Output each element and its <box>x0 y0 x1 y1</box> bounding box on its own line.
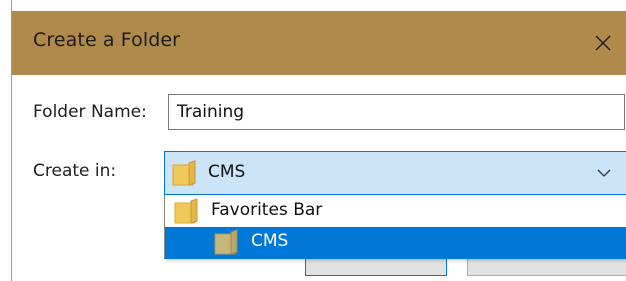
close-button[interactable] <box>579 11 626 75</box>
folder-name-label: Folder Name: <box>33 102 147 122</box>
dropdown-option-favorites-bar[interactable]: Favorites Bar <box>165 195 626 227</box>
chevron-down-icon <box>597 169 611 177</box>
dropdown-option-label: CMS <box>251 231 289 251</box>
page: Create a Folder Folder Name: Create in: … <box>0 0 626 281</box>
folder-icon <box>214 229 238 255</box>
create-in-dropdown-list: Favorites Bar CMS <box>164 195 626 259</box>
folder-icon <box>172 160 196 186</box>
title-bar: Create a Folder <box>12 11 626 75</box>
dialog-title: Create a Folder <box>33 29 181 51</box>
create-in-combobox[interactable]: CMS <box>164 151 626 195</box>
folder-icon <box>174 198 198 224</box>
create-in-label: Create in: <box>33 161 117 181</box>
create-in-selected-value: CMS <box>208 162 246 182</box>
close-icon <box>595 35 611 51</box>
folder-name-input[interactable] <box>168 94 625 130</box>
dropdown-option-cms[interactable]: CMS <box>165 227 626 259</box>
create-folder-dialog: Create a Folder Folder Name: Create in: … <box>11 0 626 281</box>
dropdown-option-label: Favorites Bar <box>211 200 323 220</box>
